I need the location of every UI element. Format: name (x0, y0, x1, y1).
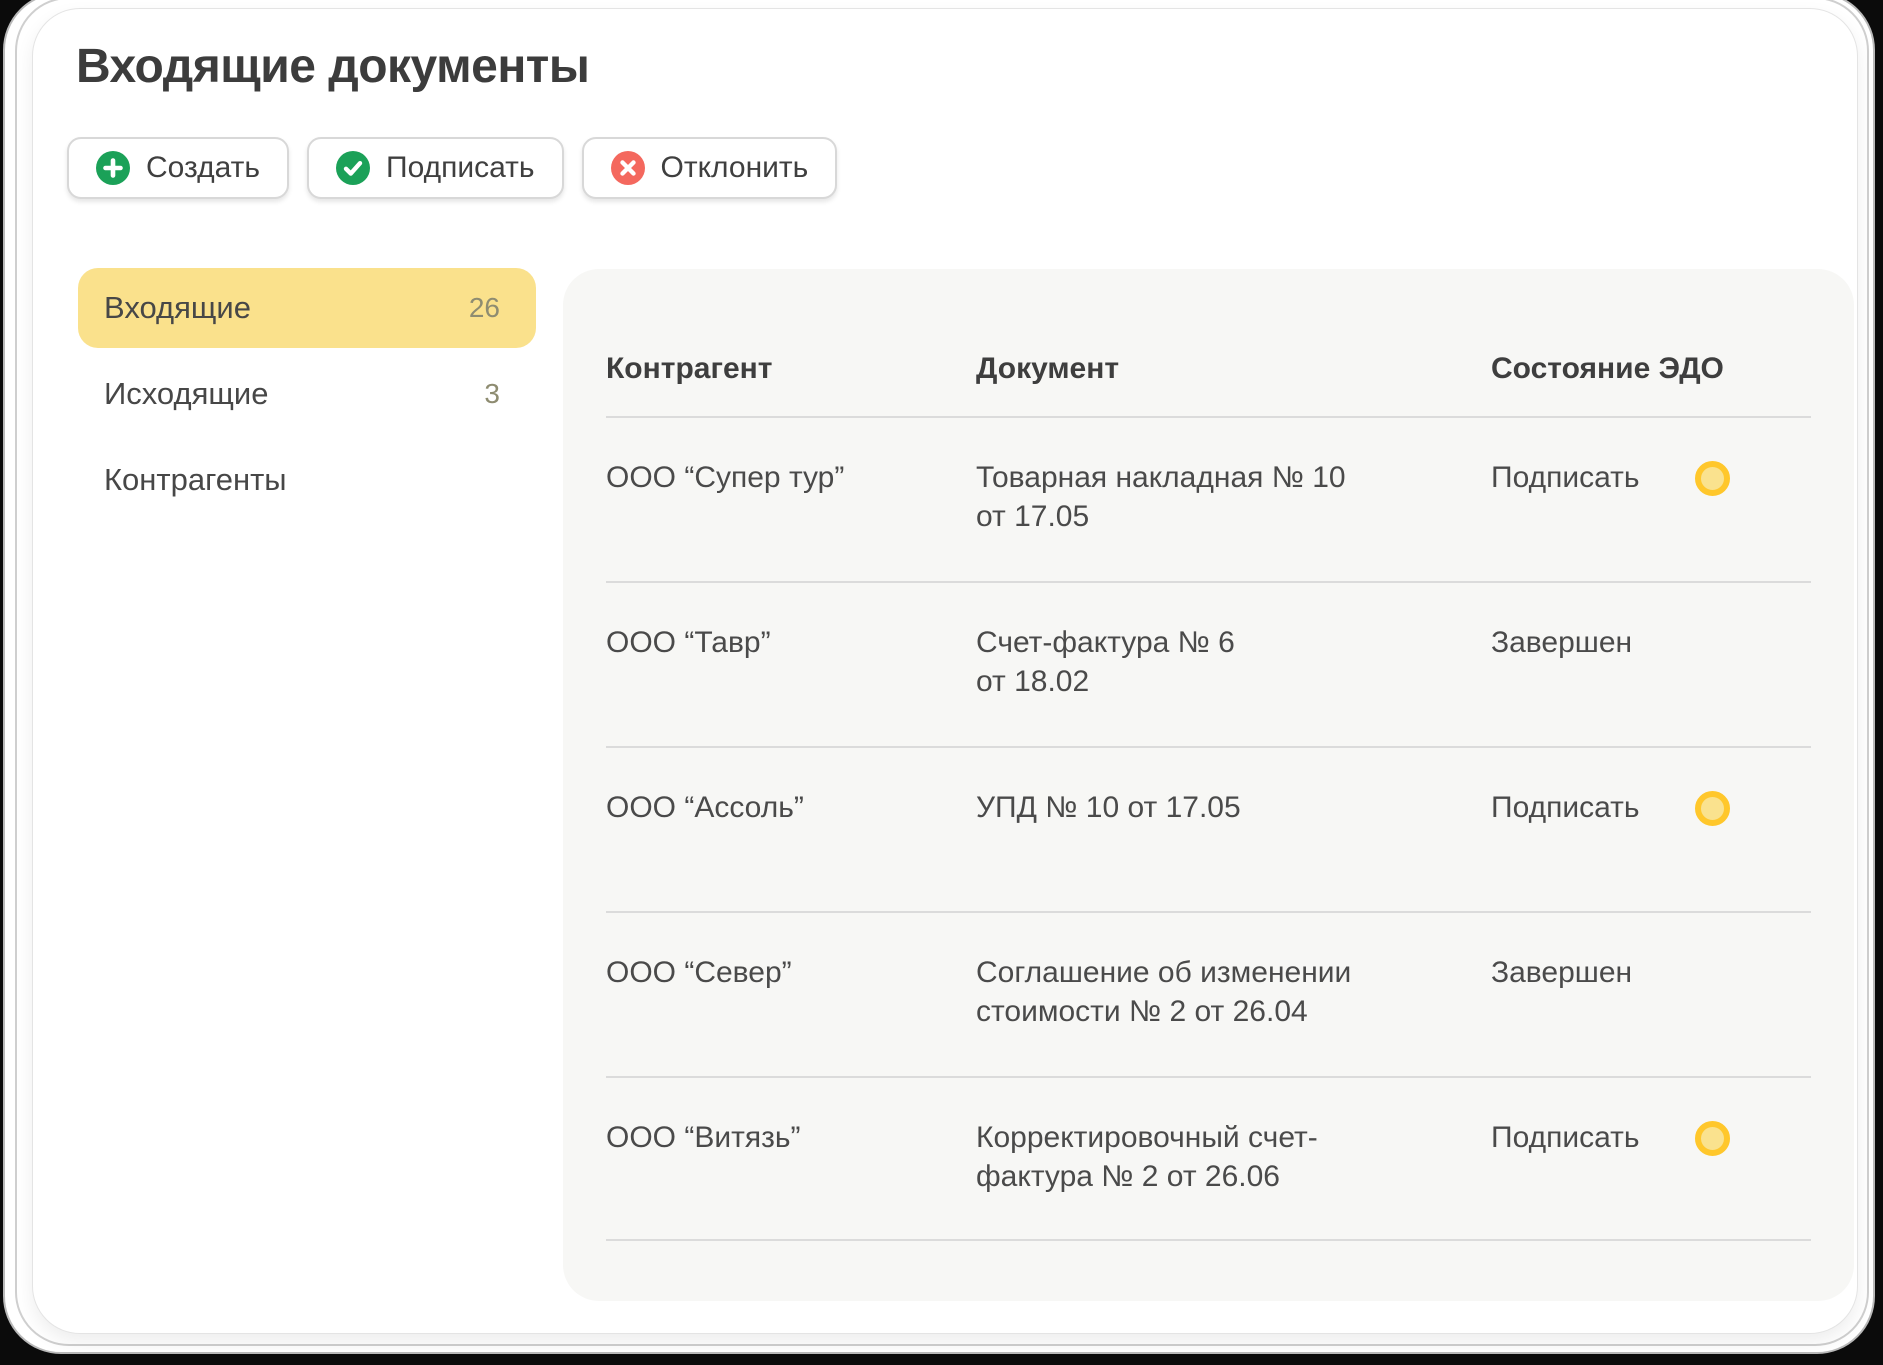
pending-status-dot-icon (1695, 1121, 1730, 1156)
table-header: Контрагент Документ Состояние ЭДО (606, 269, 1811, 416)
edo-state-label: Подписать (1491, 788, 1640, 827)
sidebar-item-1[interactable]: Исходящие 3 (78, 354, 536, 434)
edo-state-cell: Завершен (1491, 623, 1811, 746)
document-cell: Соглашение об изменении стоимости № 2 от… (976, 953, 1491, 1076)
edo-state-label: Завершен (1491, 623, 1632, 662)
edo-state-label: Подписать (1491, 458, 1640, 497)
pending-status-dot-icon (1695, 791, 1730, 826)
column-header-edo-state: Состояние ЭДО (1491, 352, 1811, 386)
table-row[interactable]: ООО “Витязь” Корректировочный счет- факт… (606, 1076, 1811, 1241)
sidebar-item-label: Входящие (104, 290, 251, 326)
table-row[interactable]: ООО “Ассоль” УПД № 10 от 17.05 Подписать (606, 746, 1811, 911)
edo-state-cell: Подписать (1491, 788, 1811, 911)
document-cell: Товарная накладная № 10 от 17.05 (976, 458, 1491, 581)
pending-status-dot-icon (1695, 461, 1730, 496)
table-row[interactable]: ООО “Супер тур” Товарная накладная № 10 … (606, 416, 1811, 581)
contractor-cell: ООО “Тавр” (606, 623, 976, 746)
plus-circle-icon (96, 151, 130, 185)
create-button[interactable]: Создать (67, 137, 289, 199)
sidebar: Входящие 26 Исходящие 3 Контрагенты (78, 268, 536, 526)
x-circle-icon (611, 151, 645, 185)
column-header-contractor: Контрагент (606, 352, 976, 386)
reject-button[interactable]: Отклонить (582, 137, 838, 199)
contractor-cell: ООО “Север” (606, 953, 976, 1076)
table-body: ООО “Супер тур” Товарная накладная № 10 … (606, 416, 1811, 1241)
contractor-cell: ООО “Супер тур” (606, 458, 976, 581)
sign-button[interactable]: Подписать (307, 137, 564, 199)
edo-state-label: Подписать (1491, 1118, 1640, 1157)
edo-state-label: Завершен (1491, 953, 1632, 992)
main-card: Входящие документы Создать Подписать (32, 8, 1858, 1334)
edo-state-cell: Подписать (1491, 1118, 1811, 1239)
contractor-cell: ООО “Витязь” (606, 1118, 976, 1239)
document-cell: УПД № 10 от 17.05 (976, 788, 1491, 911)
check-circle-icon (336, 151, 370, 185)
reject-button-label: Отклонить (661, 151, 809, 185)
document-cell: Корректировочный счет- фактура № 2 от 26… (976, 1118, 1491, 1239)
create-button-label: Создать (146, 151, 260, 185)
sidebar-item-2[interactable]: Контрагенты (78, 440, 536, 520)
sidebar-item-count: 3 (484, 378, 500, 410)
sidebar-item-0[interactable]: Входящие 26 (78, 268, 536, 348)
document-cell: Счет-фактура № 6 от 18.02 (976, 623, 1491, 746)
page-title: Входящие документы (76, 39, 589, 94)
sidebar-item-count: 26 (469, 292, 500, 324)
sign-button-label: Подписать (386, 151, 535, 185)
contractor-cell: ООО “Ассоль” (606, 788, 976, 911)
documents-panel: Контрагент Документ Состояние ЭДО ООО “С… (563, 269, 1854, 1301)
edo-state-cell: Подписать (1491, 458, 1811, 581)
edo-state-cell: Завершен (1491, 953, 1811, 1076)
table-row[interactable]: ООО “Тавр” Счет-фактура № 6 от 18.02 Зав… (606, 581, 1811, 746)
table-row[interactable]: ООО “Север” Соглашение об изменении стои… (606, 911, 1811, 1076)
toolbar: Создать Подписать Отклонить (67, 137, 837, 199)
sidebar-item-label: Исходящие (104, 376, 268, 412)
column-header-document: Документ (976, 352, 1491, 386)
sidebar-item-label: Контрагенты (104, 462, 287, 498)
